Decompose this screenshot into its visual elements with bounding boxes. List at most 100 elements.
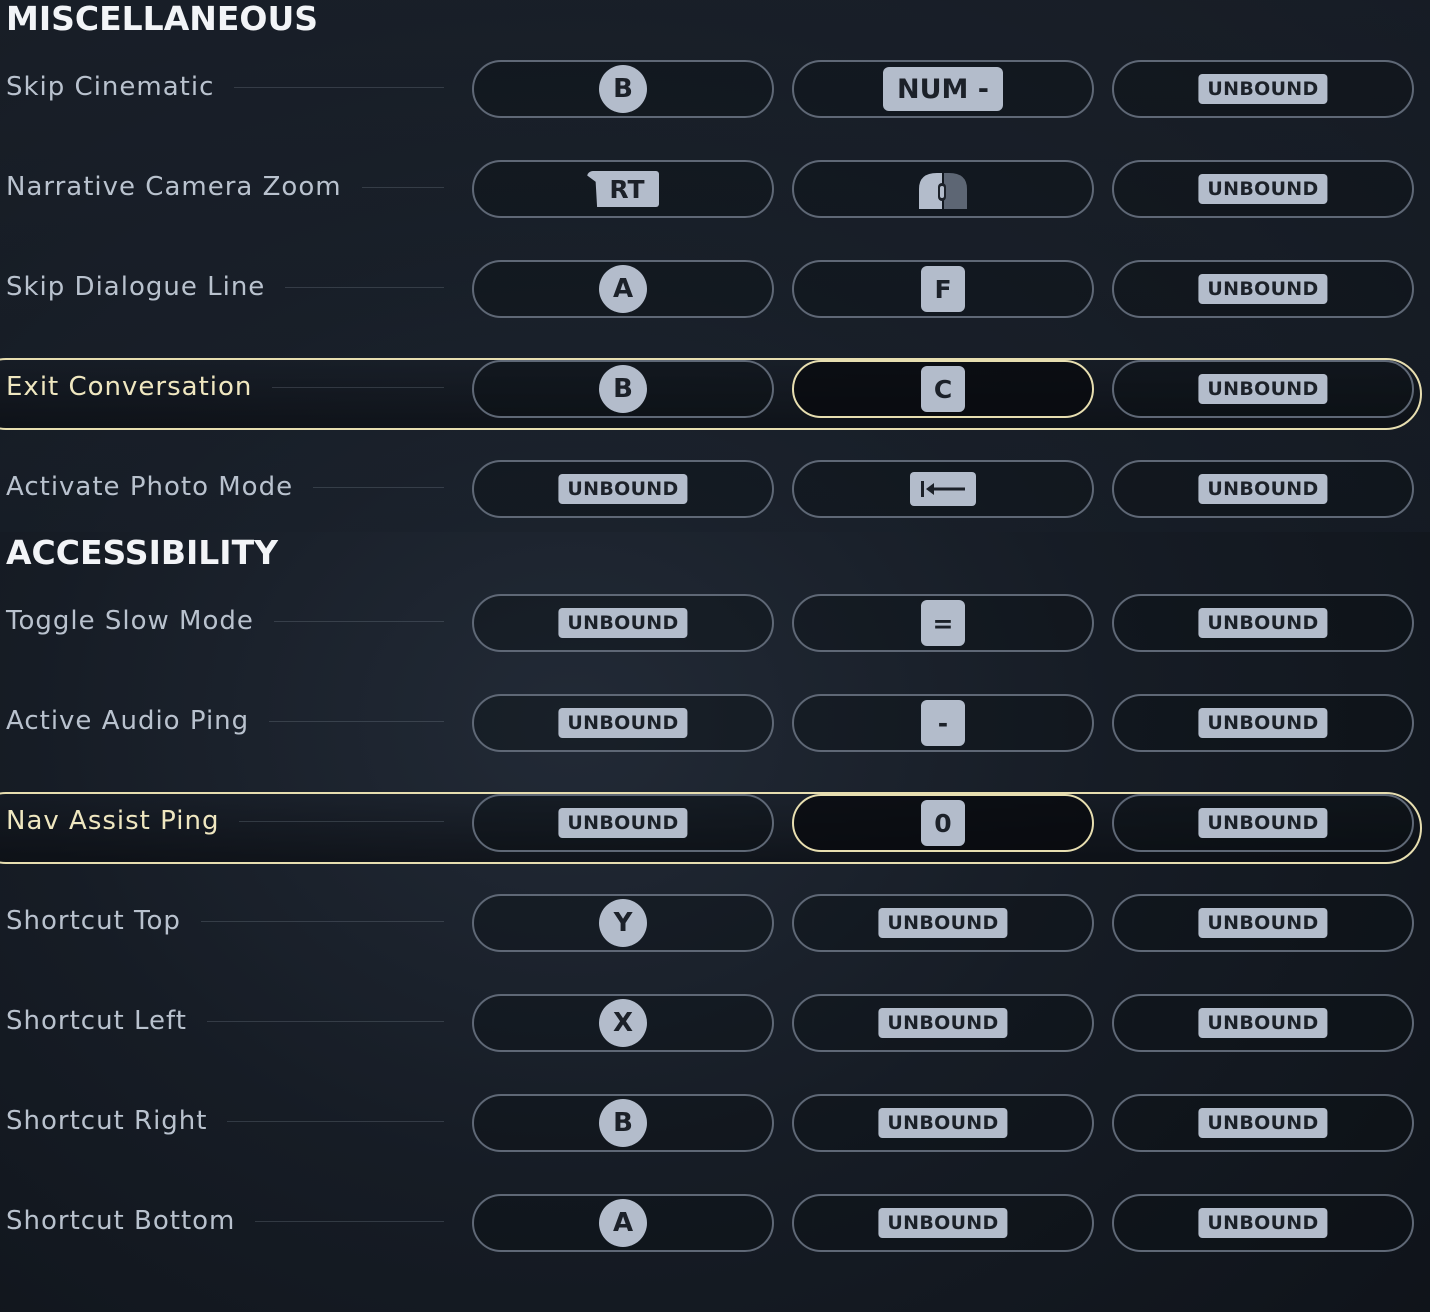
gamepad-binding-slot[interactable]: B bbox=[472, 60, 774, 118]
alternate-binding-slot[interactable]: UNBOUND bbox=[1112, 260, 1414, 318]
row-divider-line bbox=[269, 721, 444, 722]
gamepad-binding-slot[interactable]: UNBOUND bbox=[472, 794, 774, 852]
gamepad-x-button: X bbox=[599, 999, 647, 1047]
keyboard-tab-key-icon bbox=[910, 472, 976, 506]
binding-row-toggle-slow-mode[interactable]: Toggle Slow Mode UNBOUND = UNBOUND bbox=[0, 592, 1430, 668]
keyboard-num-minus-key: NUM - bbox=[883, 67, 1003, 111]
keyboard-binding-slot[interactable]: UNBOUND bbox=[792, 1194, 1094, 1252]
action-label: Toggle Slow Mode bbox=[6, 606, 254, 636]
keyboard-binding-slot[interactable]: UNBOUND bbox=[792, 894, 1094, 952]
alternate-binding-slot[interactable]: UNBOUND bbox=[1112, 794, 1414, 852]
unbound-tag: UNBOUND bbox=[878, 1108, 1008, 1138]
row-divider-line bbox=[207, 1021, 444, 1022]
alternate-binding-slot[interactable]: UNBOUND bbox=[1112, 594, 1414, 652]
alternate-binding-slot[interactable]: UNBOUND bbox=[1112, 994, 1414, 1052]
gamepad-binding-slot[interactable]: A bbox=[472, 260, 774, 318]
binding-row-skip-dialogue-line[interactable]: Skip Dialogue Line A F UNBOUND bbox=[0, 258, 1430, 334]
unbound-tag: UNBOUND bbox=[1198, 174, 1328, 204]
action-label: Active Audio Ping bbox=[6, 706, 250, 736]
alternate-binding-slot[interactable]: UNBOUND bbox=[1112, 1094, 1414, 1152]
unbound-tag: UNBOUND bbox=[878, 1008, 1008, 1038]
unbound-tag: UNBOUND bbox=[1198, 274, 1328, 304]
action-label: Shortcut Right bbox=[6, 1106, 208, 1136]
keyboard-binding-slot[interactable]: UNBOUND bbox=[792, 1094, 1094, 1152]
action-label: Nav Assist Ping bbox=[6, 806, 220, 836]
unbound-tag: UNBOUND bbox=[558, 608, 688, 638]
gamepad-binding-slot[interactable]: B bbox=[472, 1094, 774, 1152]
action-label: Narrative Camera Zoom bbox=[6, 172, 342, 202]
gamepad-binding-slot[interactable]: B bbox=[472, 360, 774, 418]
action-label: Skip Cinematic bbox=[6, 72, 215, 102]
gamepad-y-button: Y bbox=[599, 899, 647, 947]
gamepad-binding-slot[interactable]: UNBOUND bbox=[472, 694, 774, 752]
mouse-right-button-icon bbox=[915, 169, 971, 209]
binding-row-shortcut-bottom[interactable]: Shortcut Bottom A UNBOUND UNBOUND bbox=[0, 1192, 1430, 1268]
keyboard-binding-slot[interactable]: C bbox=[792, 360, 1094, 418]
section-title-accessibility: ACCESSIBILITY bbox=[6, 533, 278, 572]
row-divider-line bbox=[255, 1221, 444, 1222]
action-label: Skip Dialogue Line bbox=[6, 272, 266, 302]
alternate-binding-slot[interactable]: UNBOUND bbox=[1112, 694, 1414, 752]
alternate-binding-slot[interactable]: UNBOUND bbox=[1112, 894, 1414, 952]
row-divider-line bbox=[362, 187, 444, 188]
binding-row-shortcut-top[interactable]: Shortcut Top Y UNBOUND UNBOUND bbox=[0, 892, 1430, 968]
gamepad-binding-slot[interactable]: UNBOUND bbox=[472, 594, 774, 652]
binding-row-nav-assist-ping[interactable]: Nav Assist Ping UNBOUND 0 UNBOUND bbox=[0, 792, 1430, 868]
unbound-tag: UNBOUND bbox=[558, 474, 688, 504]
action-label: Exit Conversation bbox=[6, 372, 253, 402]
unbound-tag: UNBOUND bbox=[1198, 908, 1328, 938]
gamepad-a-button: A bbox=[599, 1199, 647, 1247]
gamepad-binding-slot[interactable]: A bbox=[472, 1194, 774, 1252]
alternate-binding-slot[interactable]: UNBOUND bbox=[1112, 160, 1414, 218]
unbound-tag: UNBOUND bbox=[1198, 708, 1328, 738]
keyboard-minus-key: - bbox=[921, 700, 965, 746]
unbound-tag: UNBOUND bbox=[1198, 1008, 1328, 1038]
keyboard-binding-slot[interactable]: F bbox=[792, 260, 1094, 318]
alternate-binding-slot[interactable]: UNBOUND bbox=[1112, 460, 1414, 518]
binding-row-shortcut-left[interactable]: Shortcut Left X UNBOUND UNBOUND bbox=[0, 992, 1430, 1068]
unbound-tag: UNBOUND bbox=[878, 1208, 1008, 1238]
gamepad-binding-slot[interactable]: UNBOUND bbox=[472, 460, 774, 518]
keyboard-binding-slot[interactable]: NUM - bbox=[792, 60, 1094, 118]
unbound-tag: UNBOUND bbox=[1198, 608, 1328, 638]
keyboard-binding-slot[interactable]: = bbox=[792, 594, 1094, 652]
row-divider-line bbox=[285, 287, 444, 288]
keyboard-binding-slot[interactable]: 0 bbox=[792, 794, 1094, 852]
keyboard-binding-slot[interactable] bbox=[792, 460, 1094, 518]
action-label: Shortcut Left bbox=[6, 1006, 187, 1036]
keyboard-binding-slot[interactable]: UNBOUND bbox=[792, 994, 1094, 1052]
action-label: Shortcut Top bbox=[6, 906, 181, 936]
keyboard-binding-slot[interactable] bbox=[792, 160, 1094, 218]
row-divider-line bbox=[227, 1121, 444, 1122]
gamepad-b-button: B bbox=[599, 65, 647, 113]
alternate-binding-slot[interactable]: UNBOUND bbox=[1112, 360, 1414, 418]
alternate-binding-slot[interactable]: UNBOUND bbox=[1112, 1194, 1414, 1252]
unbound-tag: UNBOUND bbox=[1198, 374, 1328, 404]
row-divider-line bbox=[239, 821, 444, 822]
row-divider-line bbox=[313, 487, 444, 488]
binding-row-shortcut-right[interactable]: Shortcut Right B UNBOUND UNBOUND bbox=[0, 1092, 1430, 1168]
gamepad-rt-trigger: RT bbox=[587, 171, 659, 207]
binding-row-activate-photo-mode[interactable]: Activate Photo Mode UNBOUND UNBOUND bbox=[0, 458, 1430, 534]
unbound-tag: UNBOUND bbox=[878, 908, 1008, 938]
gamepad-binding-slot[interactable]: X bbox=[472, 994, 774, 1052]
gamepad-binding-slot[interactable]: RT bbox=[472, 160, 774, 218]
unbound-tag: UNBOUND bbox=[1198, 1108, 1328, 1138]
row-divider-line bbox=[274, 621, 444, 622]
section-title-miscellaneous: MISCELLANEOUS bbox=[6, 0, 319, 38]
action-label: Shortcut Bottom bbox=[6, 1206, 236, 1236]
row-divider-line bbox=[272, 387, 444, 388]
keyboard-binding-slot[interactable]: - bbox=[792, 694, 1094, 752]
binding-row-active-audio-ping[interactable]: Active Audio Ping UNBOUND - UNBOUND bbox=[0, 692, 1430, 768]
action-label: Activate Photo Mode bbox=[6, 472, 294, 502]
binding-row-skip-cinematic[interactable]: Skip Cinematic B NUM - UNBOUND bbox=[0, 58, 1430, 134]
unbound-tag: UNBOUND bbox=[558, 808, 688, 838]
keyboard-f-key: F bbox=[921, 266, 965, 312]
gamepad-b-button: B bbox=[599, 1099, 647, 1147]
unbound-tag: UNBOUND bbox=[1198, 74, 1328, 104]
row-divider-line bbox=[201, 921, 444, 922]
binding-row-exit-conversation[interactable]: Exit Conversation B C UNBOUND bbox=[0, 358, 1430, 434]
gamepad-binding-slot[interactable]: Y bbox=[472, 894, 774, 952]
alternate-binding-slot[interactable]: UNBOUND bbox=[1112, 60, 1414, 118]
binding-row-narrative-camera-zoom[interactable]: Narrative Camera Zoom RT UNBOUND bbox=[0, 158, 1430, 234]
